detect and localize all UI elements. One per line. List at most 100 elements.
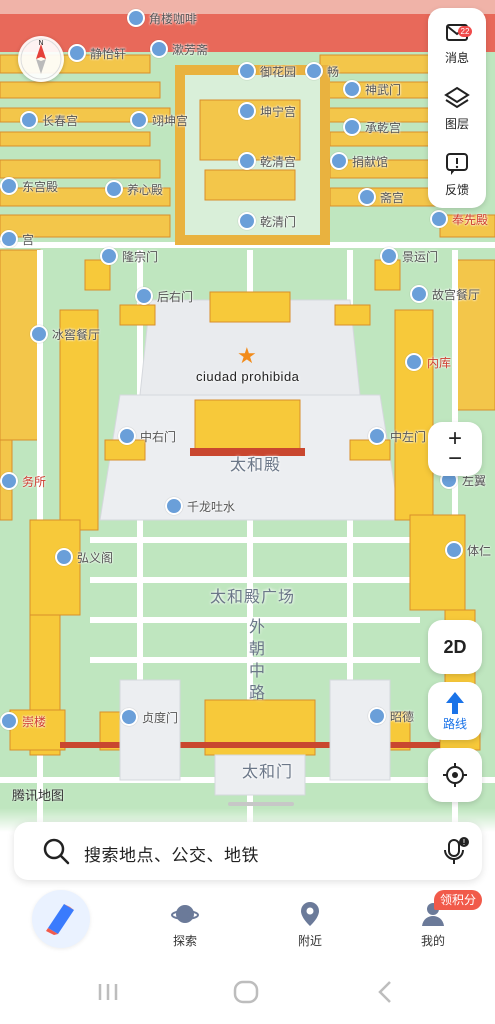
map-poi[interactable]: 故宫餐厅	[410, 285, 480, 303]
map-poi[interactable]: 景运门	[380, 247, 438, 265]
drag-handle[interactable]	[228, 802, 294, 806]
map-poi[interactable]: 后右门	[135, 287, 193, 305]
map-poi[interactable]: 崇楼	[0, 712, 46, 730]
hall-label[interactable]: 太和殿	[230, 451, 281, 475]
feedback-button[interactable]: 反馈	[428, 144, 486, 204]
map-poi[interactable]: 冰窖餐厅	[30, 325, 100, 343]
nav-nearby[interactable]: 附近	[270, 888, 350, 960]
poi-label: 体仁	[467, 543, 492, 558]
plaza-label: 太和殿广场	[210, 589, 296, 606]
road-char: 朝	[248, 641, 265, 658]
map-poi[interactable]: 静怡轩	[68, 44, 126, 62]
map-poi[interactable]: 弘义阁	[55, 548, 113, 566]
location-pin-icon	[301, 902, 319, 926]
star-icon: ★	[237, 343, 257, 368]
search-placeholder[interactable]: 搜索地点、公交、地铁	[84, 841, 259, 866]
poi-pin-icon	[368, 427, 386, 445]
map-poi[interactable]: 乾清宫	[238, 152, 296, 170]
poi-label: 长春宫	[42, 113, 79, 128]
poi-label: 崇楼	[22, 714, 47, 729]
road-char: 中	[248, 663, 265, 680]
map-poi[interactable]: 斋宫	[358, 188, 404, 206]
poi-label: 中左门	[390, 429, 427, 444]
map-poi[interactable]: 东宫殿	[0, 177, 58, 195]
poi-pin-icon	[238, 152, 256, 170]
map-canvas[interactable]: N 角楼咖啡 静怡轩 漱芳斋御花园 畅神武门长春宫 翊坤宫 坤宁宫承乾宫东宫殿 养心殿 乾清宫…	[0, 0, 495, 880]
poi-pin-icon	[368, 707, 386, 725]
nav-nearby-label: 附近	[297, 934, 322, 948]
map-poi[interactable]: 体仁	[445, 541, 491, 559]
points-badge[interactable]: 领积分	[434, 890, 483, 910]
poi-label: 务所	[22, 474, 47, 489]
nav-mine-label: 我的	[420, 934, 445, 948]
poi-label: 中右门	[140, 429, 177, 444]
map-poi[interactable]: 昭德	[368, 707, 414, 725]
map-poi[interactable]: 养心殿	[105, 180, 163, 198]
map-mode-button[interactable]: 2D	[428, 620, 482, 674]
poi-label: 乾清宫	[260, 154, 297, 169]
feedback-icon	[446, 152, 468, 175]
poi-pin-icon	[118, 427, 136, 445]
search-icon	[43, 838, 70, 865]
map-poi[interactable]: 中左门	[368, 427, 426, 445]
map-poi[interactable]: 漱芳斋	[150, 40, 208, 58]
map-poi[interactable]: 角楼咖啡	[127, 9, 197, 27]
poi-label: 景运门	[402, 249, 439, 264]
poi-label: 承乾宫	[365, 120, 402, 135]
search-bar[interactable]: 搜索地点、公交、地铁 !	[14, 822, 482, 880]
mic-badge: !	[462, 838, 465, 847]
map-poi[interactable]: 御花园	[238, 62, 296, 80]
map-poi[interactable]: 坤宁宫	[238, 102, 296, 120]
map-poi[interactable]: 千龙吐水	[165, 497, 235, 515]
zoom-control[interactable]: + −	[428, 422, 482, 476]
route-label: 路线	[442, 716, 467, 731]
locate-button[interactable]	[428, 748, 482, 802]
poi-pin-icon	[127, 9, 145, 27]
layers-button[interactable]: 图层	[428, 78, 486, 138]
poi-pin-icon	[238, 102, 256, 120]
map-poi[interactable]: 中右门	[118, 427, 176, 445]
map-poi[interactable]: 奉先殿	[430, 210, 488, 228]
poi-pin-icon	[238, 212, 256, 230]
zoom-out-button[interactable]: −	[448, 447, 462, 471]
map-poi[interactable]: 翊坤宫	[130, 111, 188, 129]
poi-label: 斋宫	[380, 190, 405, 205]
poi-label: 贞度门	[142, 710, 179, 725]
map-poi[interactable]: 宫	[0, 230, 34, 248]
feedback-label: 反馈	[444, 182, 469, 197]
messages-button[interactable]: 消息 22	[428, 12, 486, 72]
map-poi[interactable]: 捐献馆	[330, 152, 388, 170]
poi-label: 漱芳斋	[172, 42, 209, 57]
layers-icon	[444, 86, 470, 108]
map-poi[interactable]: 隆宗门	[100, 247, 158, 265]
map-poi[interactable]: 贞度门	[120, 708, 178, 726]
map-poi[interactable]: 乾清门	[238, 212, 296, 230]
poi-pin-icon	[430, 210, 448, 228]
nav-explore[interactable]: 探索	[145, 888, 225, 960]
poi-label: 故宫餐厅	[432, 287, 481, 302]
poi-label: 坤宁宫	[260, 104, 297, 119]
poi-pin-icon	[305, 62, 323, 80]
poi-pin-icon	[30, 325, 48, 343]
gate-label[interactable]: 太和门	[242, 758, 293, 782]
landmark-label[interactable]: ciudad prohibida	[196, 369, 299, 384]
map-poi[interactable]: 务所	[0, 472, 46, 490]
compass-icon[interactable]: N	[18, 36, 64, 82]
poi-label: 养心殿	[127, 182, 164, 197]
poi-label: 捐献馆	[352, 154, 389, 169]
map-attribution: 腾讯地图	[12, 788, 65, 803]
route-button[interactable]: 路线	[428, 682, 482, 740]
poi-label: 畅	[327, 64, 340, 79]
poi-label: 御花园	[260, 64, 297, 79]
map-poi[interactable]: 长春宫	[20, 111, 78, 129]
microphone-icon[interactable]: !	[442, 836, 470, 866]
road-char: 外	[248, 619, 265, 636]
poi-pin-icon	[20, 111, 38, 129]
map-poi[interactable]: 承乾宫	[343, 118, 401, 136]
map-poi[interactable]: 内库	[405, 353, 451, 371]
home-button[interactable]	[32, 890, 90, 948]
map-poi[interactable]: 神武门	[343, 80, 401, 98]
road-char: 路	[248, 685, 265, 702]
poi-pin-icon	[405, 353, 423, 371]
map-poi[interactable]: 畅	[305, 62, 339, 80]
